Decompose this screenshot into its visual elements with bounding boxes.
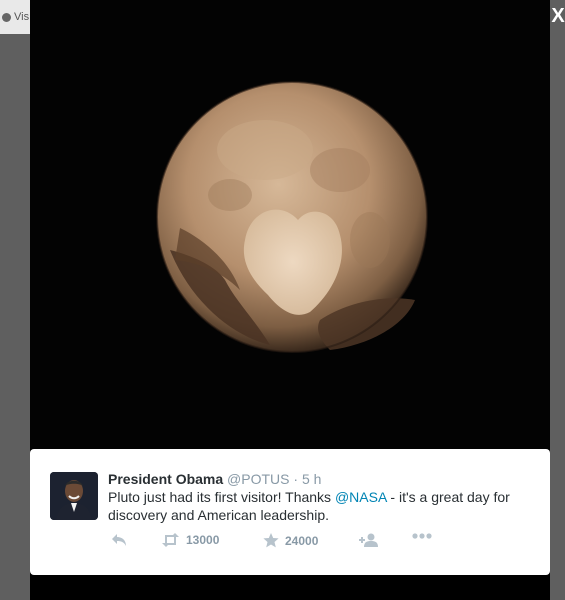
follow-user-icon	[359, 533, 379, 547]
reply-icon	[111, 533, 127, 547]
retweet-icon	[161, 533, 180, 547]
tweet-text: Pluto just had its first visitor! Thanks…	[108, 488, 528, 524]
retweet-count: 13000	[186, 533, 220, 547]
author-handle[interactable]: @POTUS	[227, 471, 289, 487]
close-lightbox-button[interactable]: X	[551, 4, 565, 28]
tweet-card: President Obama @POTUS · 5 h Pluto just …	[30, 449, 550, 575]
favorite-count: 24000	[285, 533, 319, 548]
retweet-button[interactable]: 13000	[161, 533, 219, 547]
background-page-tab: Vis	[0, 0, 30, 34]
star-icon	[263, 533, 279, 548]
mention-link[interactable]: @NASA	[335, 489, 387, 505]
more-dots-icon	[412, 533, 432, 539]
globe-icon	[2, 12, 11, 22]
tweet-text-part-1: Pluto just had its first visitor! Thanks	[108, 489, 335, 505]
tweet-timestamp[interactable]: 5 h	[302, 471, 321, 487]
avatar[interactable]	[50, 472, 98, 520]
lightbox-footer	[30, 575, 550, 600]
tweet-header: President Obama @POTUS · 5 h	[108, 470, 538, 488]
pluto-photo[interactable]	[30, 0, 550, 450]
favorite-button[interactable]: 24000	[263, 533, 318, 548]
header-separator: ·	[293, 471, 299, 487]
author-name[interactable]: President Obama	[108, 471, 223, 487]
follow-button[interactable]	[359, 533, 379, 547]
background-tab-label: Vis	[14, 11, 30, 23]
reply-button[interactable]	[111, 533, 127, 547]
tweet-actions: 13000 24000	[108, 533, 550, 551]
more-button[interactable]	[412, 533, 432, 539]
